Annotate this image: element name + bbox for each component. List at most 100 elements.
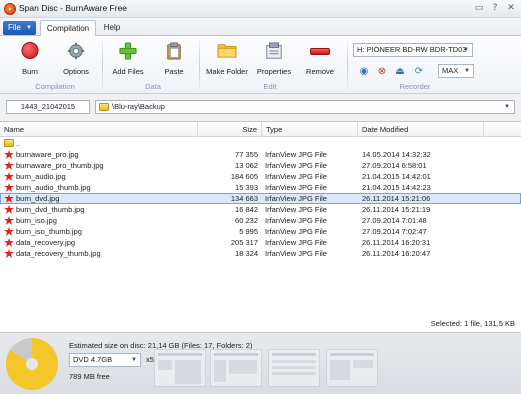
speed-select[interactable]: MAX ▼ [438, 64, 474, 78]
file-menu-button[interactable]: File ▼ [3, 21, 36, 35]
column-header-name[interactable]: Name [0, 122, 198, 137]
options-label: Options [63, 67, 89, 76]
folder-icon [217, 44, 237, 58]
window-title: Span Disc - BurnAware Free [19, 3, 128, 13]
disc-info-icon[interactable]: ◉ [358, 66, 370, 78]
file-date: 26.11.2014 15:21:19 [362, 205, 431, 214]
file-size: 205 317 [230, 238, 258, 247]
table-row[interactable]: burn_iso.jpg 60 232 IrfanView JPG File 27.0… [0, 215, 521, 226]
remove-button[interactable]: Remove [298, 40, 342, 80]
help-icon[interactable]: ? [489, 2, 501, 14]
table-row[interactable]: data_recovery.jpg 205 317 IrfanView JPG Fi… [0, 237, 521, 248]
file-name: burn_dvd_thumb.jpg [16, 205, 85, 214]
file-list[interactable]: Name Size Type Date Modified .. burnawar… [0, 121, 521, 333]
file-size: 16 842 [235, 205, 258, 214]
disc-thumbnail [268, 349, 320, 387]
refresh-icon[interactable]: ⟳ [413, 66, 425, 78]
options-button[interactable]: Options [54, 40, 98, 80]
disc-count-multiplier: x5 [146, 355, 154, 364]
add-files-button[interactable]: Add Files [106, 40, 150, 80]
table-row[interactable]: burn_iso_thumb.jpg 5 995 IrfanView JPG Fil… [0, 226, 521, 237]
table-row[interactable]: burnaware_pro_thumb.jpg 13 062 IrfanView J… [0, 160, 521, 171]
file-type: IrfanView JPG File [265, 172, 327, 181]
tab-help[interactable]: Help [98, 20, 126, 37]
paste-button[interactable]: Paste [152, 40, 196, 80]
add-icon [119, 42, 137, 60]
file-name: burn_audio_thumb.jpg [16, 183, 91, 192]
file-type: IrfanView JPG File [265, 216, 327, 225]
image-file-icon [4, 150, 14, 159]
disc-thumbnail [326, 349, 378, 387]
chevron-down-icon: ▼ [131, 357, 137, 363]
file-date: 14.05.2014 14:32:32 [362, 150, 431, 159]
add-files-label: Add Files [112, 67, 144, 76]
table-row[interactable]: burnaware_pro.jpg 77 355 IrfanView JPG Fil… [0, 149, 521, 160]
ribbon-tab-row: File ▼ Compilation Help [0, 18, 521, 37]
disc-usage-panel: Estimated size on disc: 21,14 GB (Files:… [0, 334, 521, 394]
table-row[interactable]: burn_dvd_thumb.jpg 16 842 IrfanView JPG Fi… [0, 204, 521, 215]
close-icon[interactable]: ✕ [505, 2, 517, 14]
column-header-type[interactable]: Type [262, 122, 358, 137]
table-row[interactable]: burn_audio.jpg 184 605 IrfanView JPG File 2… [0, 171, 521, 182]
image-file-icon [4, 183, 14, 192]
disc-type-select[interactable]: DVD 4.7GB ▼ [69, 353, 141, 367]
disc-type-value: DVD 4.7GB [73, 355, 113, 364]
file-size: 134 663 [230, 194, 258, 203]
drive-select[interactable]: H: PIONEER BD-RW BDR-TD03 ▼ [353, 43, 473, 57]
table-row[interactable]: data_recovery_thumb.jpg 18 324 IrfanView J… [0, 248, 521, 259]
file-name: burnaware_pro_thumb.jpg [16, 161, 104, 170]
file-type: IrfanView JPG File [265, 194, 327, 203]
chevron-down-icon: ▼ [464, 68, 470, 74]
tab-compilation[interactable]: Compilation [40, 20, 96, 37]
parent-folder-row[interactable]: .. [0, 138, 521, 149]
properties-label: Properties [256, 67, 292, 76]
table-row[interactable]: burn_dvd.jpg 134 663 IrfanView JPG File 26.… [0, 193, 521, 204]
properties-button[interactable]: Properties [252, 40, 296, 80]
file-size: 60 232 [235, 216, 258, 225]
image-file-icon [4, 194, 14, 203]
column-header-size[interactable]: Size [198, 122, 262, 137]
file-size: 77 355 [235, 150, 258, 159]
ribbon-separator [347, 40, 348, 90]
file-name: burn_iso_thumb.jpg [16, 227, 82, 236]
burnaware-logo-icon [4, 3, 16, 15]
table-row[interactable]: burn_audio_thumb.jpg 15 393 IrfanView JPG … [0, 182, 521, 193]
group-label-edit: Edit [263, 82, 277, 91]
file-size: 184 605 [230, 172, 258, 181]
disc-label-field[interactable]: 1443_21042015 [6, 100, 90, 114]
erase-icon[interactable]: ⊗ [376, 66, 388, 78]
folder-up-icon [4, 139, 14, 147]
column-header-empty [484, 122, 521, 137]
image-file-icon [4, 238, 14, 247]
file-menu-label: File [8, 23, 21, 32]
burn-label: Burn [22, 67, 38, 76]
file-type: IrfanView JPG File [265, 150, 327, 159]
file-date: 27.09.2014 7:01:48 [362, 216, 427, 225]
file-size: 18 324 [235, 249, 258, 258]
burn-button[interactable]: Burn [8, 40, 52, 80]
eject-icon[interactable]: ⏏ [394, 66, 406, 78]
file-type: IrfanView JPG File [265, 227, 327, 236]
image-file-icon [4, 161, 14, 170]
drive-select-value: H: PIONEER BD-RW BDR-TD03 [357, 45, 467, 54]
speed-select-value: MAX [442, 66, 459, 75]
file-type: IrfanView JPG File [265, 238, 327, 247]
file-type: IrfanView JPG File [265, 249, 327, 258]
file-size: 13 062 [235, 161, 258, 170]
path-select[interactable]: \Blu-ray\Backup ▼ [95, 100, 515, 114]
list-rows: .. burnaware_pro.jpg 77 355 IrfanView JPG … [0, 138, 521, 259]
file-name: data_recovery_thumb.jpg [16, 249, 101, 258]
restore-icon[interactable]: ▭ [473, 2, 485, 14]
ribbon-separator [102, 40, 103, 90]
file-date: 27.09.2014 7:02:47 [362, 227, 427, 236]
make-folder-button[interactable]: Make Folder [204, 40, 250, 80]
title-bar: Span Disc - BurnAware Free ▭ ? ✕ [0, 0, 521, 18]
file-name: data_recovery.jpg [16, 238, 76, 247]
free-space-text: 789 MB free [69, 372, 110, 381]
column-header-date[interactable]: Date Modified [358, 122, 484, 137]
make-folder-label: Make Folder [206, 67, 248, 76]
gear-icon [67, 42, 85, 60]
parent-folder-label: .. [16, 139, 21, 148]
group-label-data: Data [145, 82, 161, 91]
file-date: 26.11.2014 16:20:31 [362, 238, 431, 247]
